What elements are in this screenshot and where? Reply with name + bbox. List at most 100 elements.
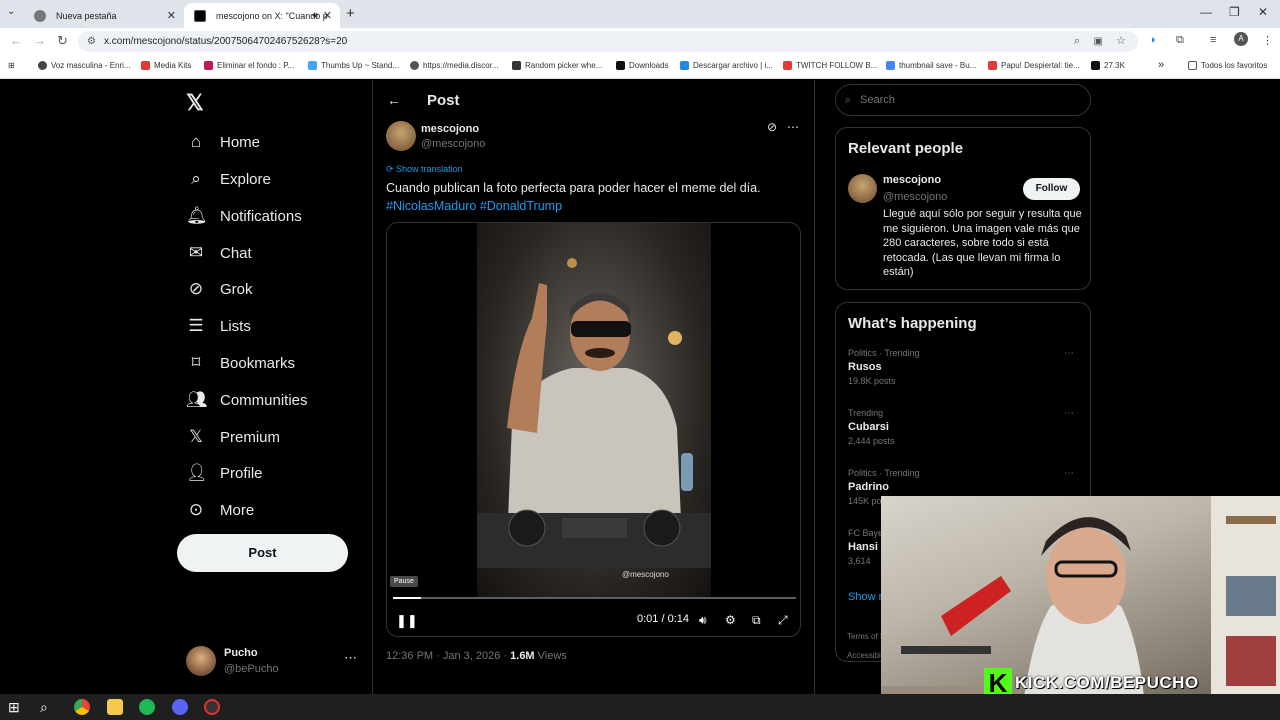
footer-link[interactable]: Accessibil (847, 651, 883, 660)
more-dots-icon[interactable]: ⋯ (1064, 408, 1074, 419)
obs-icon[interactable] (204, 699, 220, 715)
bookmark-item[interactable]: Thumbs Up ~ Stand... (308, 61, 399, 70)
follow-button[interactable]: Follow (1023, 178, 1080, 200)
tab-title: Nueva pestaña (56, 10, 117, 21)
sidebar-item-explore[interactable]: ⌕ Explore (186, 164, 271, 194)
author-avatar[interactable] (386, 121, 416, 151)
sidebar-item-grok[interactable]: ⊘ Grok (186, 274, 253, 304)
chrome-icon (34, 9, 46, 22)
bookmark-item[interactable]: Descargar archivo | i... (680, 61, 773, 70)
sidebar-item-premium[interactable]: 𝕏 Premium (186, 422, 280, 452)
windows-start-icon[interactable]: ⊞ (8, 699, 24, 715)
close-tab-icon[interactable]: ✕ (323, 9, 332, 22)
more-circle-icon: ⊙ (188, 500, 204, 519)
sidebar-item-home[interactable]: ⌂ Home (186, 127, 260, 157)
reload-icon[interactable]: ↻ (57, 33, 68, 49)
close-tab-icon[interactable]: ✕ (167, 9, 176, 22)
search-icon[interactable]: ⌕ (40, 699, 56, 715)
grok-icon: ⊘ (188, 279, 204, 298)
settings-icon[interactable]: ⚙ (725, 613, 736, 627)
post-meta: 12:36 PM · Jan 3, 2026 · 1.6M Views (386, 650, 567, 662)
footer-link[interactable]: Terms of S (847, 632, 885, 641)
list-icon: ☰ (188, 316, 204, 335)
restore-icon[interactable]: ❐ (1229, 5, 1240, 19)
sidebar-item-lists[interactable]: ☰ Lists (186, 311, 250, 341)
puzzle-icon[interactable]: ⧉ (1176, 34, 1184, 47)
grok-icon[interactable]: ⊘ (767, 120, 777, 134)
bookmark-item[interactable]: TWITCH FOLLOW B... (783, 61, 877, 70)
trend-item[interactable]: Trending Cubarsi 2,444 posts ⋯ (848, 408, 1080, 446)
sidebar-item-more[interactable]: ⊙ More (186, 495, 254, 525)
bookmark-item[interactable]: Media Kits (141, 61, 191, 70)
trend-item[interactable]: Politics · Trending Rusos 19.8K posts ⋯ (848, 348, 1080, 386)
show-translation-link[interactable]: ⟳ Show translation (386, 164, 463, 175)
author-name[interactable]: mescojono (421, 123, 479, 135)
bookmark-item[interactable]: thumbnail save - Bu... (886, 61, 976, 70)
install-icon[interactable]: ▣ (1094, 31, 1103, 52)
hashtag-link[interactable]: #DonaldTrump (480, 199, 562, 213)
file-explorer-icon[interactable] (107, 699, 123, 715)
audio-icon[interactable]: 🔊︎ (312, 10, 318, 21)
x-favicon-icon (194, 9, 206, 22)
kick-url-text: KICK.COM/BEPUCHO (1015, 673, 1199, 692)
windows-taskbar: ⊞ ⌕ (0, 694, 1280, 720)
forward-icon[interactable]: → (33, 33, 46, 48)
menu-icon[interactable]: ⋮ (1262, 34, 1273, 47)
pause-icon[interactable]: ❚❚ (396, 613, 418, 629)
video-player[interactable]: @mescojono Pause ❚❚ 0:01 / 0:14 🔊︎ ⚙ ⧉ ⤢ (386, 222, 801, 637)
sidebar-item-communities[interactable]: 👥︎ Communities (186, 385, 308, 415)
spotify-icon[interactable] (139, 699, 155, 715)
picture-in-picture-icon[interactable]: ⧉ (752, 613, 761, 628)
back-icon[interactable]: ← (10, 33, 23, 48)
sidebar-item-profile[interactable]: 👤︎ Profile (186, 458, 263, 488)
tab-media-icon[interactable]: ≡ (1210, 34, 1216, 46)
bell-icon: 🔔︎ (186, 206, 208, 225)
account-switcher[interactable]: Pucho @bePucho ⋯ (186, 644, 362, 684)
zoom-icon[interactable]: ⌕ (1074, 31, 1080, 52)
tab-title: mescojono on X: "Cuando p (216, 10, 328, 21)
person-handle[interactable]: @mescojono (883, 191, 947, 203)
bookmark-item[interactable]: Voz masculina - Enri... (38, 61, 131, 70)
tab-search-icon[interactable]: ⌄ (7, 6, 15, 17)
browser-tab-new[interactable]: Nueva pestaña ✕ (24, 3, 184, 28)
bookmark-item[interactable]: 27.3K (1091, 61, 1125, 70)
x-logo-icon[interactable]: 𝕏 (186, 90, 204, 116)
site-info-icon[interactable]: ⚙ (87, 31, 96, 52)
close-window-icon[interactable]: ✕ (1258, 5, 1268, 19)
bookmark-item[interactable]: https://media.discor... (410, 61, 499, 70)
extension-icon[interactable]: ◗ (1150, 34, 1157, 46)
all-bookmarks[interactable]: Todos los favoritos (1188, 61, 1267, 70)
more-dots-icon[interactable]: ⋯ (344, 650, 357, 666)
more-dots-icon[interactable]: ⋯ (787, 120, 799, 134)
new-tab-icon[interactable]: + (346, 5, 355, 22)
star-icon[interactable]: ☆ (1116, 31, 1126, 52)
bookmark-item[interactable]: Random picker whe... (512, 61, 602, 70)
bookmark-item[interactable]: Downloads (616, 61, 669, 70)
back-arrow-icon[interactable]: ← (387, 92, 401, 108)
sidebar-item-chat[interactable]: ✉ Chat (186, 238, 252, 268)
hashtag-link[interactable]: #NicolasMaduro (386, 199, 476, 213)
person-name[interactable]: mescojono (883, 174, 941, 186)
sidebar-item-bookmarks[interactable]: ⌑ Bookmarks (186, 348, 295, 378)
browser-tab-active[interactable]: mescojono on X: "Cuando p 🔊︎ ✕ (184, 3, 340, 28)
more-dots-icon[interactable]: ⋯ (1064, 468, 1074, 479)
profile-avatar[interactable]: A (1234, 32, 1248, 46)
apps-icon[interactable]: ⊞ (8, 61, 15, 70)
url-input[interactable]: ⚙ x.com/mescojono/status/200750647024675… (78, 31, 1138, 52)
more-bookmarks-icon[interactable]: » (1158, 59, 1164, 71)
bookmarks-bar: ⊞ Voz masculina - Enri... Media Kits Eli… (0, 55, 1280, 79)
video-progress-bar[interactable] (393, 597, 796, 599)
post-button[interactable]: Post (177, 534, 348, 572)
bookmark-item[interactable]: Papu! Despiertal: tie... (988, 61, 1080, 70)
volume-icon[interactable]: 🔊︎ (699, 613, 707, 628)
search-input[interactable]: ⌕ Search (835, 84, 1091, 116)
minimize-icon[interactable]: — (1200, 5, 1212, 19)
bookmark-item[interactable]: Eliminar el fondo : P... (204, 61, 294, 70)
author-handle[interactable]: @mescojono (421, 138, 485, 150)
sidebar-item-notifications[interactable]: 🔔︎ Notifications (186, 201, 302, 231)
chrome-icon[interactable] (74, 699, 90, 715)
avatar[interactable] (848, 174, 877, 203)
more-dots-icon[interactable]: ⋯ (1064, 348, 1074, 359)
discord-icon[interactable] (172, 699, 188, 715)
fullscreen-icon[interactable]: ⤢ (778, 613, 788, 628)
